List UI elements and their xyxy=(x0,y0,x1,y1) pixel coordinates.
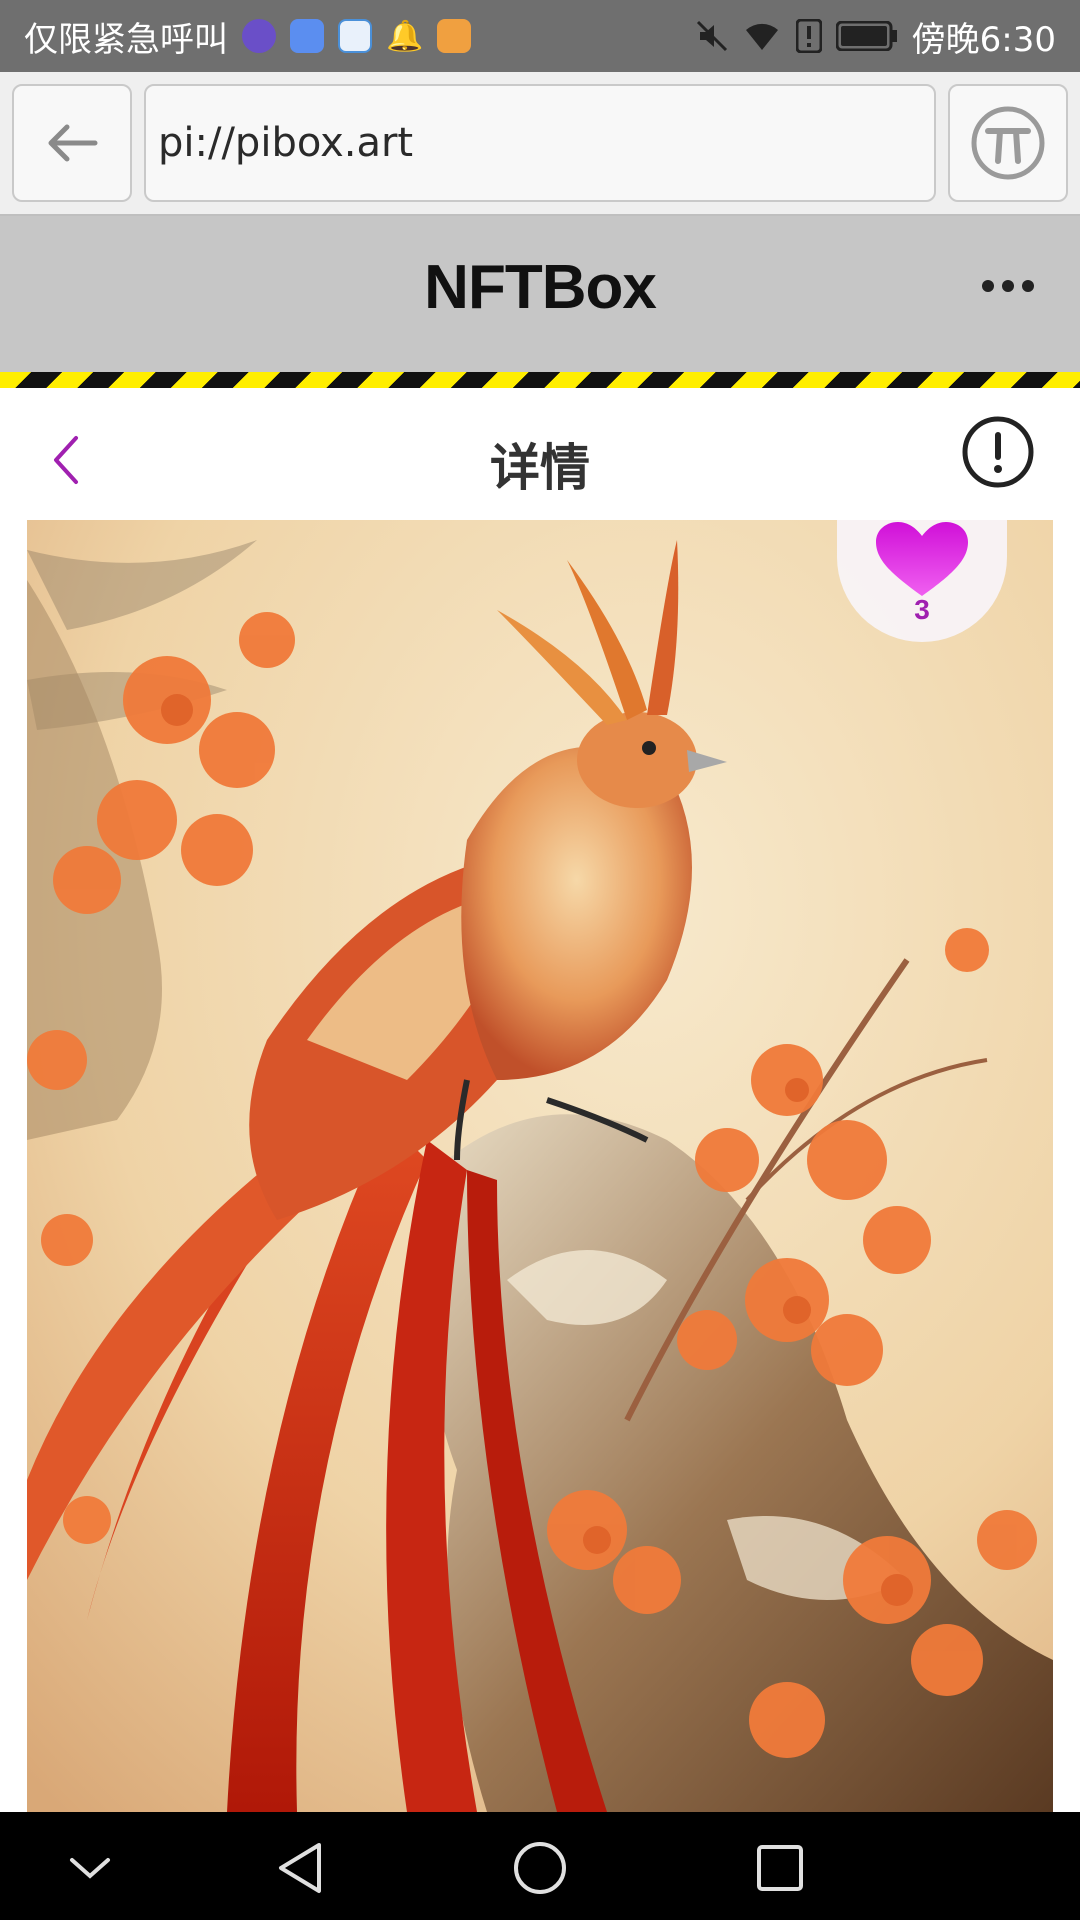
app-icon-music xyxy=(290,19,324,53)
alert-icon xyxy=(795,19,822,53)
like-count: 3 xyxy=(914,594,930,625)
bell-icon: 🔔 xyxy=(386,18,424,54)
page-title: 详情 xyxy=(490,439,590,497)
clock-text: 傍晚6:30 xyxy=(911,19,1056,60)
app-icon-purple xyxy=(242,19,276,53)
heart-icon[interactable] xyxy=(874,520,970,600)
pi-logo-icon xyxy=(971,106,1045,180)
app-icon-blue xyxy=(338,19,372,53)
carrier-text: 仅限紧急呼叫 xyxy=(24,19,228,60)
detail-header: 详情 xyxy=(0,388,1080,520)
wifi-icon xyxy=(745,23,778,50)
chevron-down-icon[interactable] xyxy=(60,1838,120,1898)
status-right: 傍晚6:30 xyxy=(696,12,1056,61)
app-icon-orange xyxy=(437,19,472,53)
app-header: NFTBox xyxy=(0,216,1080,372)
recents-square-icon[interactable] xyxy=(750,1838,810,1898)
browser-back-button[interactable] xyxy=(12,84,132,202)
url-text: pi://pibox.art xyxy=(158,120,414,166)
status-bar: 仅限紧急呼叫 🔔 傍晚6:30 xyxy=(0,0,1080,72)
battery-icon xyxy=(835,21,897,51)
hazard-stripe xyxy=(0,372,1080,388)
browser-bar: pi://pibox.art xyxy=(0,72,1080,216)
arrow-left-icon xyxy=(48,124,98,162)
pi-browser-button[interactable] xyxy=(948,84,1068,202)
app-title: NFTBox xyxy=(424,253,657,322)
mute-icon xyxy=(696,20,727,52)
exclamation-circle-icon[interactable] xyxy=(960,414,1036,490)
system-nav-bar xyxy=(0,1812,1080,1920)
status-left: 仅限紧急呼叫 🔔 xyxy=(24,12,472,61)
url-field[interactable]: pi://pibox.art xyxy=(144,84,936,202)
more-dots-icon[interactable] xyxy=(982,280,1034,292)
home-circle-icon[interactable] xyxy=(510,1838,570,1898)
nft-artwork-image[interactable] xyxy=(27,520,1053,1812)
back-triangle-icon[interactable] xyxy=(270,1838,330,1898)
